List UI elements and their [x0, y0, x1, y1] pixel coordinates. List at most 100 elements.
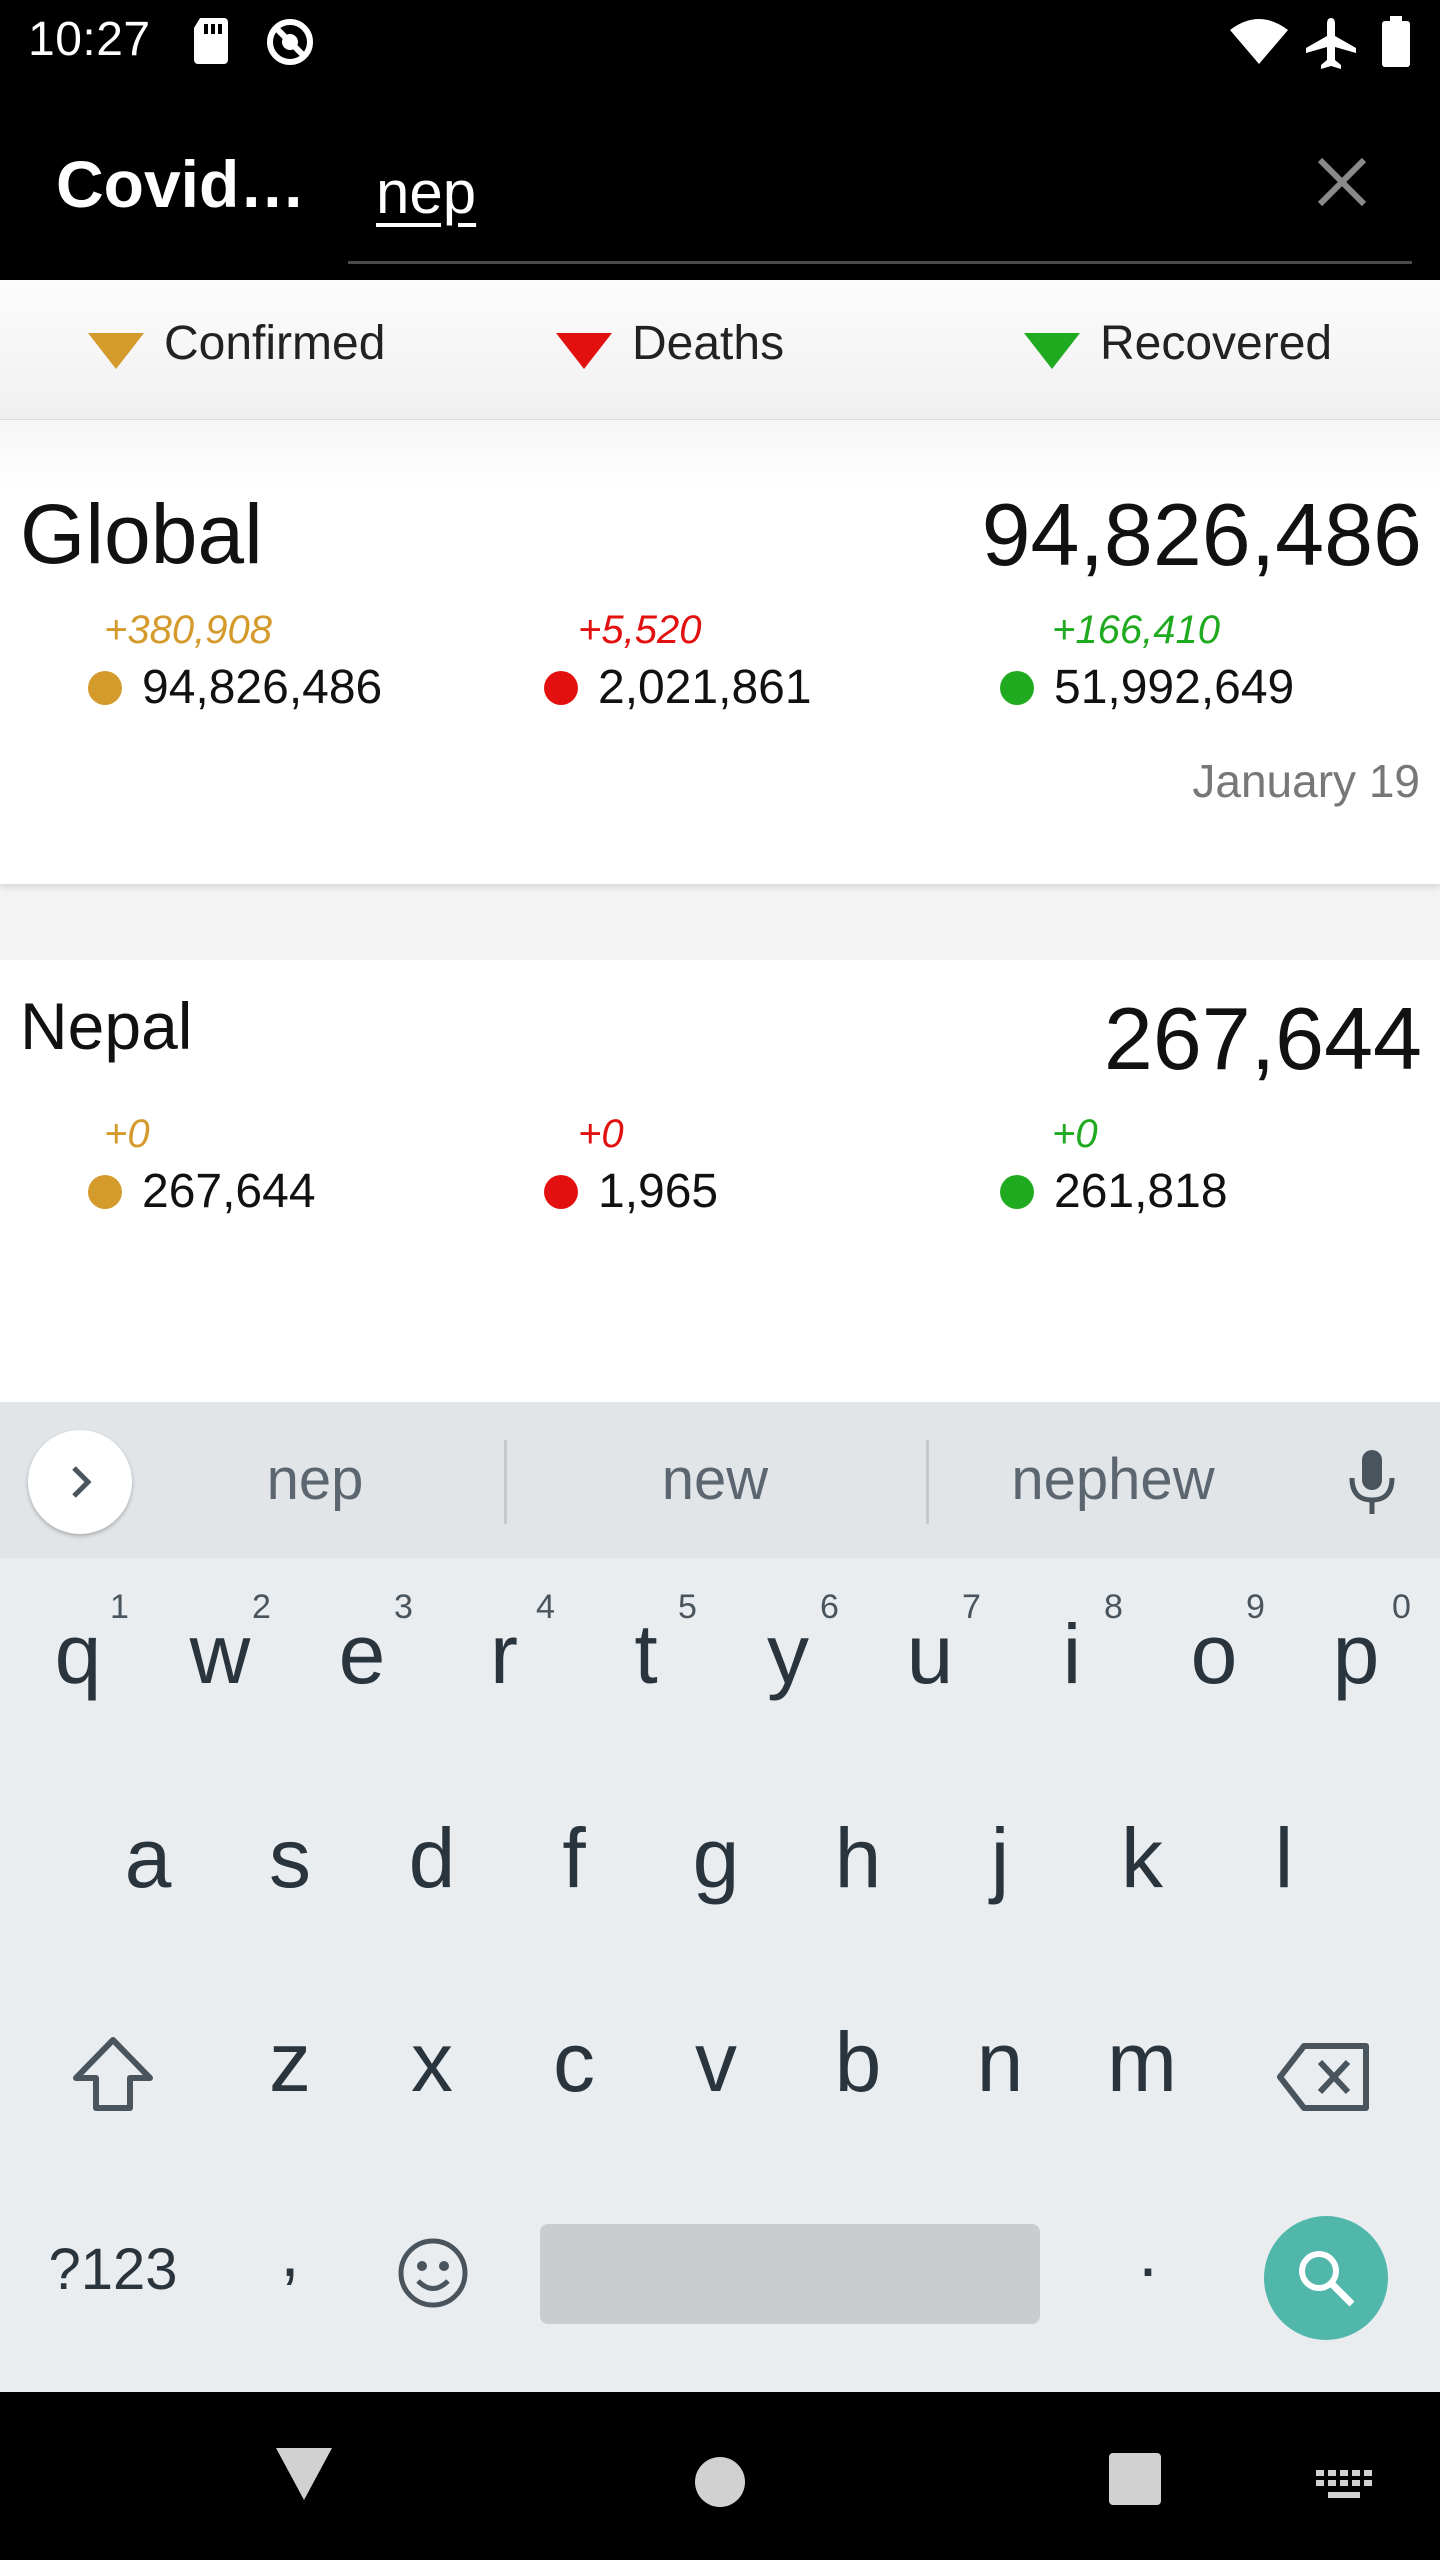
- home-icon[interactable]: [694, 2456, 746, 2513]
- triangle-down-icon: [556, 332, 612, 369]
- navigation-bar: [0, 2392, 1440, 2560]
- search-key[interactable]: [1264, 2216, 1388, 2340]
- recovered-stat: 261,818: [1000, 1164, 1228, 1219]
- confirmed-value: 94,826,486: [142, 661, 383, 714]
- key-x[interactable]: x: [362, 2014, 502, 2111]
- legend-recovered[interactable]: Recovered: [1024, 316, 1332, 371]
- key-b[interactable]: b: [788, 2014, 928, 2111]
- key-v[interactable]: v: [646, 2014, 786, 2111]
- status-bar: 10:27: [0, 0, 1440, 84]
- deaths-dot: [544, 670, 578, 705]
- confirmed-dot: [88, 1174, 122, 1209]
- key-f[interactable]: f: [504, 1810, 644, 1907]
- legend-label: Deaths: [632, 317, 785, 370]
- search-icon: [1299, 2251, 1355, 2307]
- close-icon[interactable]: [1310, 150, 1374, 214]
- card-name: Global: [20, 487, 263, 581]
- key-m[interactable]: m: [1072, 2014, 1212, 2111]
- sd-card-icon: [192, 16, 232, 69]
- key-n[interactable]: n: [930, 2014, 1070, 2111]
- key-hint: 0: [1392, 1588, 1411, 1626]
- keyboard-switch-icon[interactable]: [1316, 2470, 1372, 2509]
- shift-icon[interactable]: [70, 2034, 156, 2119]
- divider: [926, 1440, 929, 1524]
- list-background: [0, 1310, 1440, 1402]
- results-list: Global 94,826,486 +380,908 94,826,486 +5…: [0, 420, 1440, 1402]
- suggestion-1[interactable]: nep: [150, 1446, 480, 1513]
- sync-disabled-icon: [264, 16, 316, 73]
- key-hint: 5: [678, 1588, 697, 1626]
- space-bar[interactable]: [540, 2224, 1040, 2324]
- soft-keyboard: nep new nephew q w e r t y u i o p 1 2 3…: [0, 1402, 1440, 2392]
- symbols-key[interactable]: ?123: [28, 2236, 198, 2303]
- deaths-value: 1,965: [598, 1165, 719, 1218]
- legend-deaths[interactable]: Deaths: [556, 316, 784, 371]
- key-k[interactable]: k: [1072, 1810, 1212, 1907]
- card-nepal[interactable]: Nepal 267,644 +0 267,644 +0 1,965 +0 261…: [0, 960, 1440, 1310]
- confirmed-stat: 267,644: [88, 1164, 316, 1219]
- battery-icon: [1380, 16, 1412, 73]
- key-hint: 2: [252, 1588, 271, 1626]
- microphone-icon[interactable]: [1346, 1448, 1398, 1523]
- deaths-dot: [544, 1174, 578, 1209]
- key-c[interactable]: c: [504, 2014, 644, 2111]
- legend-confirmed[interactable]: Confirmed: [88, 316, 385, 371]
- key-hint: 4: [536, 1588, 555, 1626]
- comma-key[interactable]: ,: [220, 2212, 360, 2292]
- emoji-icon[interactable]: [396, 2236, 470, 2315]
- recovered-delta: +166,410: [1052, 608, 1220, 652]
- card-total: 267,644: [1103, 989, 1422, 1088]
- key-d[interactable]: d: [362, 1810, 502, 1907]
- key-hint: 9: [1246, 1588, 1265, 1626]
- deaths-stat: 1,965: [544, 1164, 718, 1219]
- backspace-icon[interactable]: [1276, 2042, 1372, 2117]
- card-global[interactable]: Global 94,826,486 +380,908 94,826,486 +5…: [0, 420, 1440, 884]
- confirmed-delta: +0: [104, 1112, 150, 1156]
- suggestion-2[interactable]: new: [550, 1446, 880, 1513]
- status-time: 10:27: [28, 13, 151, 66]
- key-hint: 3: [394, 1588, 413, 1626]
- recents-icon[interactable]: [1108, 2452, 1162, 2511]
- recovered-delta: +0: [1052, 1112, 1098, 1156]
- legend-label: Recovered: [1100, 317, 1333, 370]
- recovered-dot: [1000, 1174, 1034, 1209]
- recovered-value: 261,818: [1054, 1165, 1228, 1218]
- card-total: 94,826,486: [981, 485, 1422, 584]
- recovered-stat: 51,992,649: [1000, 660, 1294, 715]
- legend-label: Confirmed: [164, 317, 386, 370]
- confirmed-stat: 94,826,486: [88, 660, 382, 715]
- chevron-right-icon[interactable]: [28, 1430, 132, 1534]
- deaths-delta: +5,520: [578, 608, 702, 652]
- legend-bar: Confirmed Deaths Recovered: [0, 280, 1440, 420]
- triangle-down-icon: [1024, 332, 1080, 369]
- suggestion-bar: nep new nephew: [0, 1402, 1440, 1558]
- key-g[interactable]: g: [646, 1810, 786, 1907]
- airplane-icon: [1304, 16, 1358, 75]
- divider: [504, 1440, 507, 1524]
- key-z[interactable]: z: [220, 2014, 360, 2111]
- key-a[interactable]: a: [78, 1810, 218, 1907]
- triangle-down-icon: [88, 332, 144, 369]
- app-title: Covid…: [56, 147, 306, 221]
- period-key[interactable]: .: [1078, 2212, 1218, 2292]
- confirmed-dot: [88, 670, 122, 705]
- key-s[interactable]: s: [220, 1810, 360, 1907]
- key-l[interactable]: l: [1214, 1810, 1354, 1907]
- deaths-delta: +0: [578, 1112, 624, 1156]
- key-hint: 1: [110, 1588, 129, 1626]
- key-hint: 6: [820, 1588, 839, 1626]
- app-bar: Covid…: [0, 84, 1440, 280]
- recovered-value: 51,992,649: [1054, 661, 1295, 714]
- deaths-value: 2,021,861: [598, 661, 812, 714]
- key-h[interactable]: h: [788, 1810, 928, 1907]
- confirmed-value: 267,644: [142, 1165, 316, 1218]
- wifi-icon: [1228, 16, 1290, 71]
- recovered-dot: [1000, 670, 1034, 705]
- key-hint: 7: [962, 1588, 981, 1626]
- key-j[interactable]: j: [930, 1810, 1070, 1907]
- confirmed-delta: +380,908: [104, 608, 272, 652]
- suggestion-3[interactable]: nephew: [948, 1446, 1278, 1513]
- back-icon[interactable]: [274, 2446, 334, 2507]
- deaths-stat: 2,021,861: [544, 660, 812, 715]
- search-input[interactable]: [348, 124, 1412, 264]
